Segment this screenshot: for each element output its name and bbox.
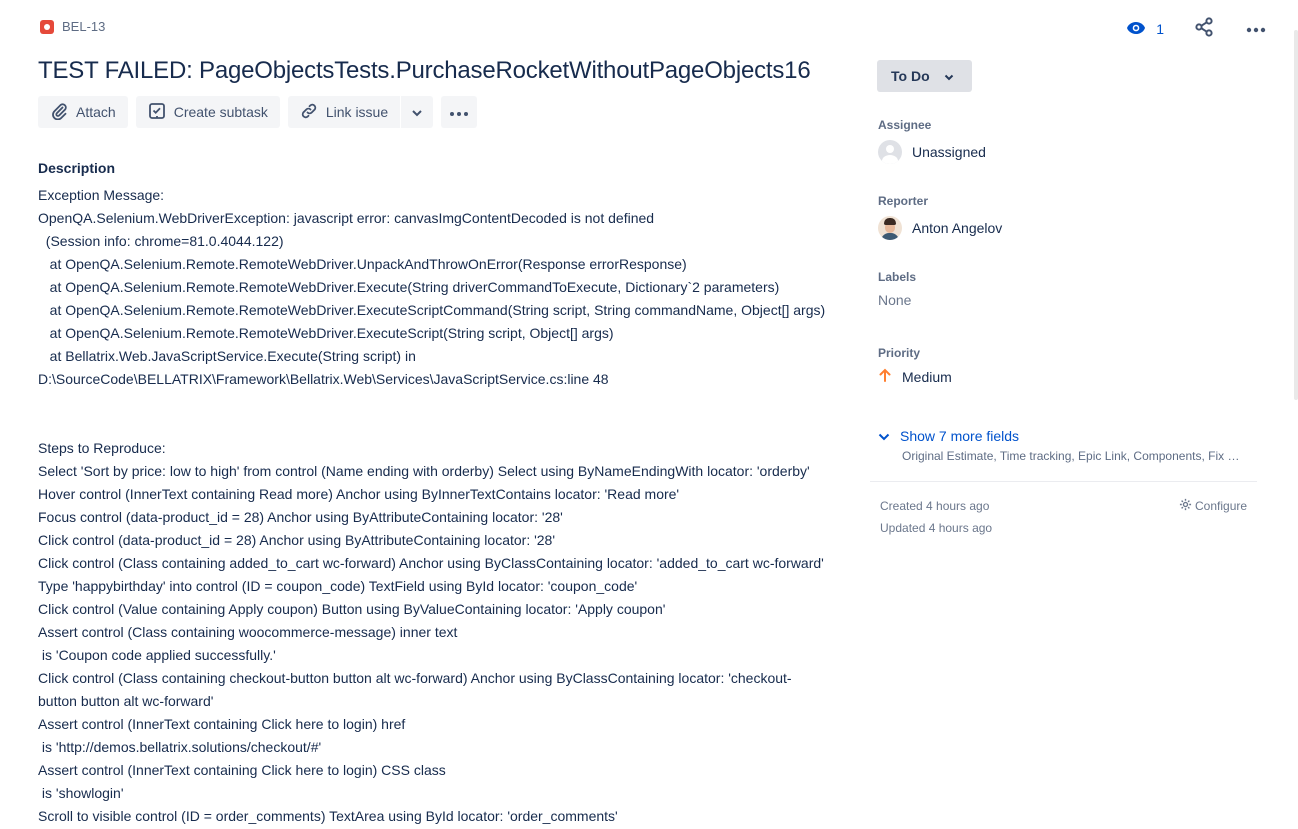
description-line: Click control (Class containing added_to… [38,555,824,571]
share-icon [1194,16,1214,42]
labels-label: Labels [878,270,917,284]
create-subtask-button[interactable]: Create subtask [135,96,280,128]
more-fields-summary: Original Estimate, Time tracking, Epic L… [902,449,1242,463]
description-line: Click control (Value containing Apply co… [38,601,666,617]
arrow-up-icon [878,368,892,385]
description-line: Click control (data-product_id = 28) Anc… [38,532,556,548]
description-line: Hover control (InnerText containing Read… [38,486,680,502]
description-line: D:\SourceCode\BELLATRIX\Framework\Bellat… [38,371,609,387]
subtask-icon [148,102,166,123]
chevron-down-icon [411,104,423,120]
description-line: button button alt wc-forward' [38,693,214,709]
divider [870,481,1257,482]
scrollbar[interactable] [1294,30,1298,400]
description-line: OpenQA.Selenium.WebDriverException: java… [38,210,655,226]
description-line: Assert control (InnerText containing Cli… [38,716,406,732]
description-line: at OpenQA.Selenium.Remote.RemoteWebDrive… [38,302,826,318]
description-line: Steps to Reproduce: [38,440,166,456]
attach-button[interactable]: Attach [38,96,128,128]
attach-label: Attach [76,104,116,120]
reporter-label: Reporter [878,194,929,208]
labels-value[interactable]: None [878,292,1258,308]
eye-icon [1126,21,1146,38]
issue-title[interactable]: TEST FAILED: PageObjectsTests.PurchaseRo… [38,57,811,85]
link-issue-group: Link issue [287,96,434,128]
unassigned-avatar-icon [878,140,902,164]
paperclip-icon [50,102,68,123]
description-line [38,415,838,438]
watch-count: 1 [1156,21,1164,37]
description-line: Assert control (Class containing woocomm… [38,624,458,640]
priority-value[interactable]: Medium [878,368,1258,385]
more-actions-button[interactable] [1244,17,1268,41]
description-line: is 'Coupon code applied successfully.' [38,647,276,663]
status-button[interactable]: To Do [877,60,972,92]
description-line: Assert control (InnerText containing Cli… [38,762,446,778]
description-line: Exception Message: [38,187,165,203]
chevron-down-icon [878,428,890,444]
description-line: Scroll to visible control (ID = order_co… [38,808,618,824]
avatar [878,216,902,240]
assignee-value[interactable]: Unassigned [878,140,1258,164]
description-line: Focus control (data-product_id = 28) Anc… [38,509,563,525]
show-more-fields-link[interactable]: Show 7 more fields [878,428,1242,444]
assignee-name: Unassigned [912,144,986,160]
bug-icon [40,19,54,34]
chevron-down-icon [944,68,954,84]
configure-button[interactable]: Configure [1179,498,1247,514]
issue-actions: 1 [1126,16,1268,42]
priority-field: Priority Medium [878,346,1258,385]
create-subtask-label: Create subtask [173,104,268,120]
more-horizontal-icon [1246,20,1266,38]
link-issue-button[interactable]: Link issue [287,96,401,128]
watch-button[interactable]: 1 [1126,21,1164,38]
description-line: Select 'Sort by price: low to high' from… [38,463,810,479]
description-body[interactable]: Exception Message: OpenQA.Selenium.WebDri… [38,185,838,829]
labels-field: Labels None [878,270,1258,308]
more-toolbar-button[interactable] [441,96,478,128]
share-button[interactable] [1192,16,1216,42]
description-line: at OpenQA.Selenium.Remote.RemoteWebDrive… [38,279,780,295]
description-line: at OpenQA.Selenium.Remote.RemoteWebDrive… [38,325,614,341]
gear-icon [1179,498,1192,514]
issue-toolbar: Attach Create subtask Link issue [38,96,478,128]
reporter-name: Anton Angelov [912,220,1003,236]
description-heading: Description [38,160,116,176]
description-line: is 'http://demos.bellatrix.solutions/che… [38,739,322,755]
assignee-label: Assignee [878,118,932,132]
description-line: Click control (Class containing checkout… [38,670,792,686]
reporter-field: Reporter Anton Angelov [878,194,1258,240]
status-label: To Do [891,68,930,84]
created-timestamp: Created 4 hours ago [880,499,990,513]
configure-label: Configure [1195,499,1248,513]
issue-key[interactable]: BEL-13 [62,19,105,34]
issue-key-breadcrumb[interactable]: BEL-13 [40,19,105,34]
description-line: Type 'happybirthday' into control (ID = … [38,578,638,594]
link-issue-dropdown[interactable] [401,96,434,128]
show-more-fields-label: Show 7 more fields [900,428,1020,444]
description-line: at OpenQA.Selenium.Remote.RemoteWebDrive… [38,256,687,272]
description-line: is 'showlogin' [38,785,124,801]
priority-name: Medium [902,368,952,385]
updated-timestamp: Updated 4 hours ago [880,521,993,535]
reporter-value[interactable]: Anton Angelov [878,216,1258,240]
description-line [38,392,838,415]
priority-label: Priority [878,346,921,360]
description-line: (Session info: chrome=81.0.4044.122) [38,233,284,249]
description-line: at Bellatrix.Web.JavaScriptService.Execu… [38,348,416,364]
more-horizontal-icon [449,104,469,120]
link-icon [300,102,318,123]
more-fields-section: Show 7 more fields Original Estimate, Ti… [878,428,1242,463]
assignee-field: Assignee Unassigned [878,118,1258,164]
link-issue-label: Link issue [325,104,389,120]
